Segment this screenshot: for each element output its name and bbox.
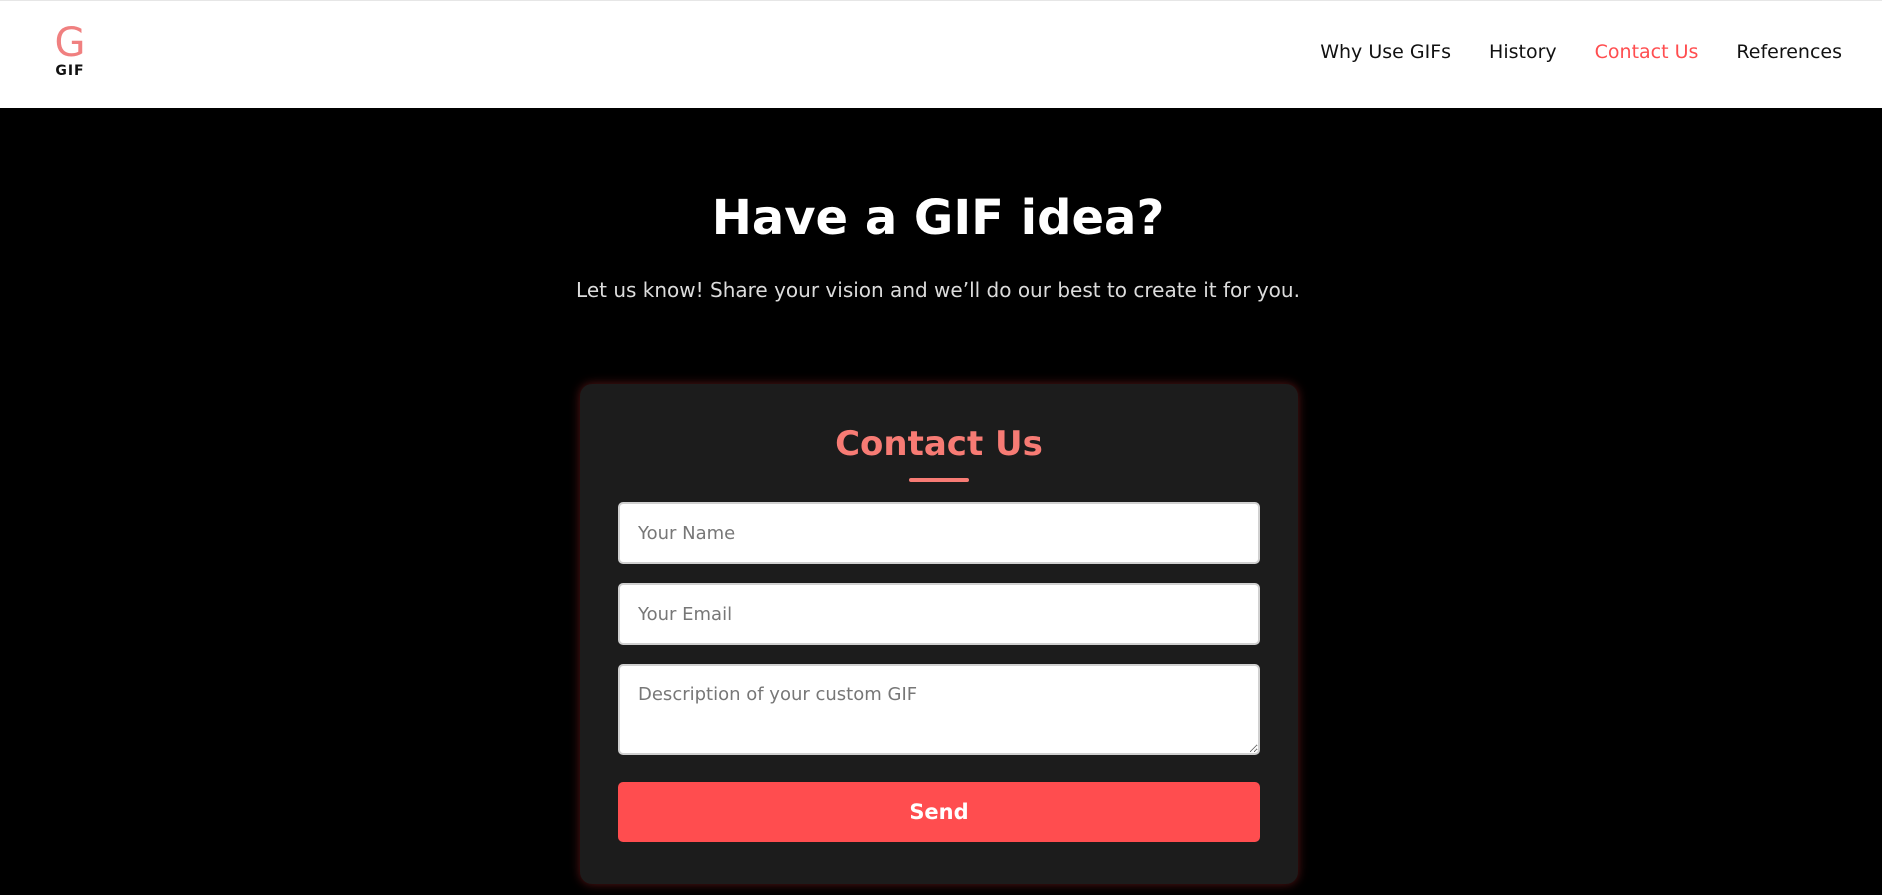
hero-title: Have a GIF idea? bbox=[711, 190, 1165, 246]
site-logo[interactable]: G GIF bbox=[50, 23, 90, 81]
contact-form-title: Contact Us bbox=[835, 424, 1043, 464]
logo-letter: G bbox=[54, 20, 86, 66]
hero-subtitle: Let us know! Share your vision and we’ll… bbox=[576, 278, 1300, 302]
email-input[interactable] bbox=[618, 583, 1260, 645]
nav-why-use-gifs[interactable]: Why Use GIFs bbox=[1320, 41, 1451, 63]
description-textarea[interactable] bbox=[618, 664, 1260, 755]
nav-history[interactable]: History bbox=[1489, 41, 1557, 63]
title-underline bbox=[909, 478, 969, 482]
nav-references[interactable]: References bbox=[1736, 41, 1842, 63]
main-nav: Why Use GIFs History Contact Us Referenc… bbox=[1320, 41, 1842, 63]
nav-contact-us[interactable]: Contact Us bbox=[1595, 41, 1699, 63]
site-header: G GIF Why Use GIFs History Contact Us Re… bbox=[0, 0, 1882, 108]
send-button[interactable]: Send bbox=[618, 782, 1260, 842]
name-input[interactable] bbox=[618, 502, 1260, 564]
contact-form-card: Contact Us Send bbox=[580, 384, 1298, 884]
logo-text: GIF bbox=[55, 63, 85, 79]
